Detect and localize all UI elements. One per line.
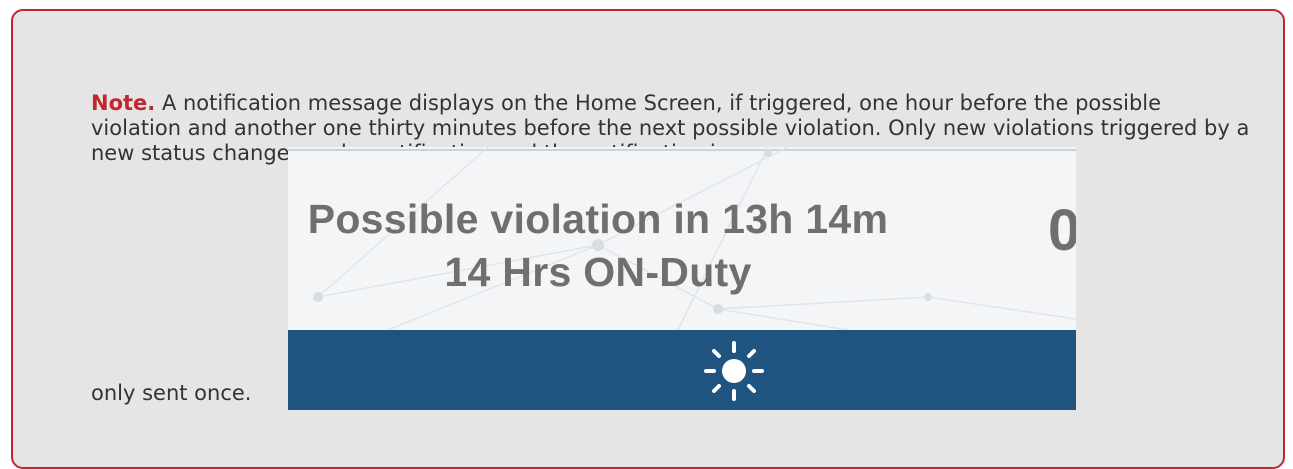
possible-violation-text: Possible violation in 13h 14m <box>307 196 889 242</box>
note-label: Note. <box>91 91 156 115</box>
notification-screenshot: Possible violation in 13h 14m 14 Hrs ON-… <box>288 147 1076 410</box>
cut-off-value: 0 <box>1048 198 1076 263</box>
bottom-bar <box>288 330 1076 410</box>
sun-icon <box>704 341 764 401</box>
note-tail: only sent once. <box>91 381 252 405</box>
duty-rule-text: 14 Hrs ON-Duty <box>444 249 752 295</box>
